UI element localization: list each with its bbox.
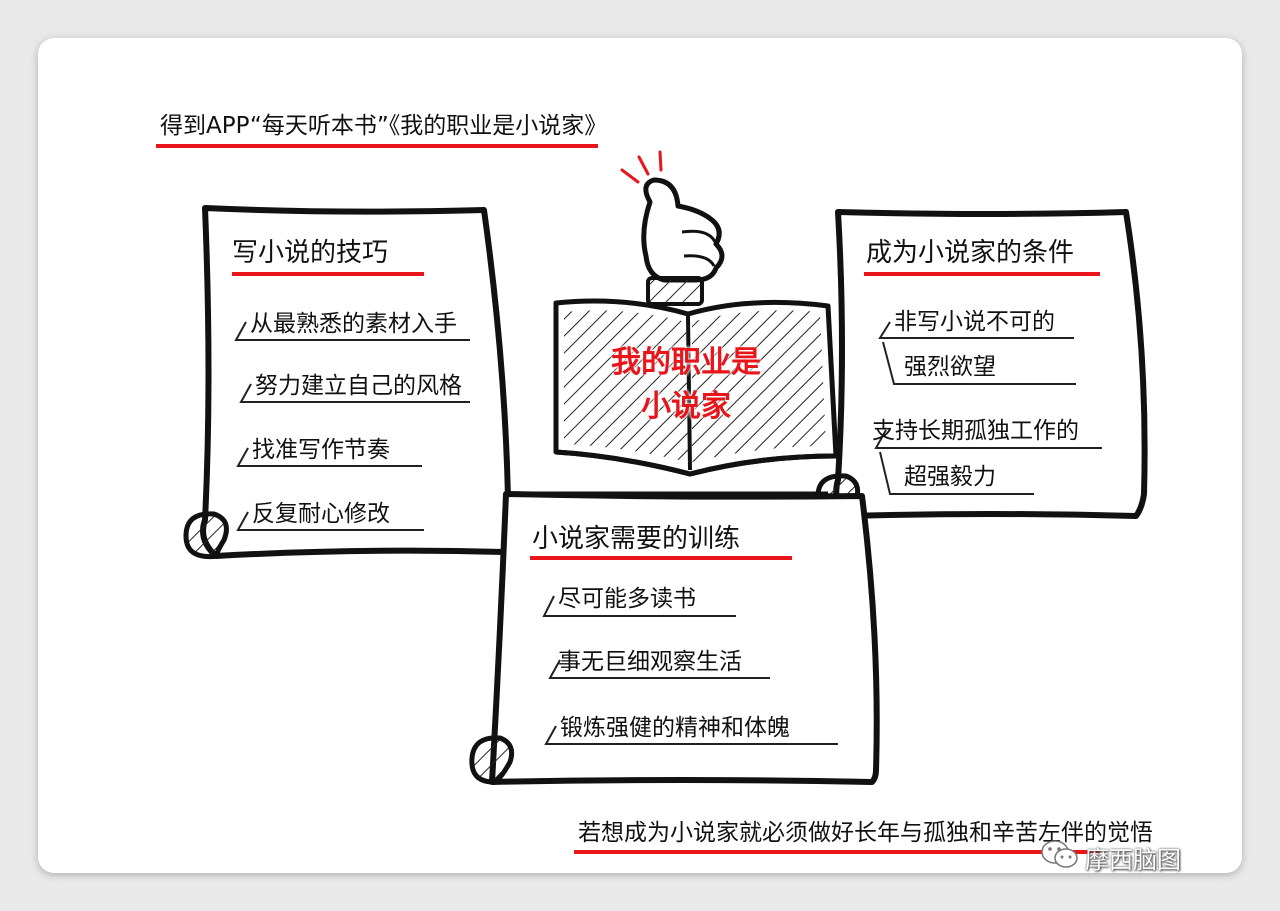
left-item-2: 努力建立自己的风格 <box>255 373 462 399</box>
center-book <box>553 298 839 477</box>
right-item-2-line2: 超强毅力 <box>904 464 996 490</box>
thumbs-up-icon <box>620 150 725 306</box>
right-scroll-heading: 成为小说家的条件 <box>866 238 1075 268</box>
right-item-1-line2: 强烈欲望 <box>904 354 996 380</box>
bottom-item-2: 事无巨细观察生活 <box>558 649 742 675</box>
bottom-scroll-heading: 小说家需要的训练 <box>532 524 741 554</box>
watermark-text: 摩西脑图 <box>1085 846 1181 874</box>
book-title-line2: 小说家 <box>641 389 731 424</box>
left-item-4: 反复耐心修改 <box>252 501 390 527</box>
source-line: 得到APP“每天听本书”《我的职业是小说家》 <box>160 113 608 139</box>
left-item-3: 找准写作节奏 <box>252 437 390 463</box>
bottom-item-3: 锻炼强健的精神和体魄 <box>560 715 790 741</box>
left-item-1: 从最熟悉的素材入手 <box>250 311 457 337</box>
right-item-1-line1: 非写小说不可的 <box>894 309 1055 335</box>
wechat-icon <box>1041 840 1078 868</box>
left-scroll-heading: 写小说的技巧 <box>232 238 389 268</box>
right-item-2-line1: 支持长期孤独工作的 <box>872 418 1079 444</box>
bottom-item-1: 尽可能多读书 <box>558 586 696 612</box>
book-title-line1: 我的职业是 <box>611 345 761 380</box>
